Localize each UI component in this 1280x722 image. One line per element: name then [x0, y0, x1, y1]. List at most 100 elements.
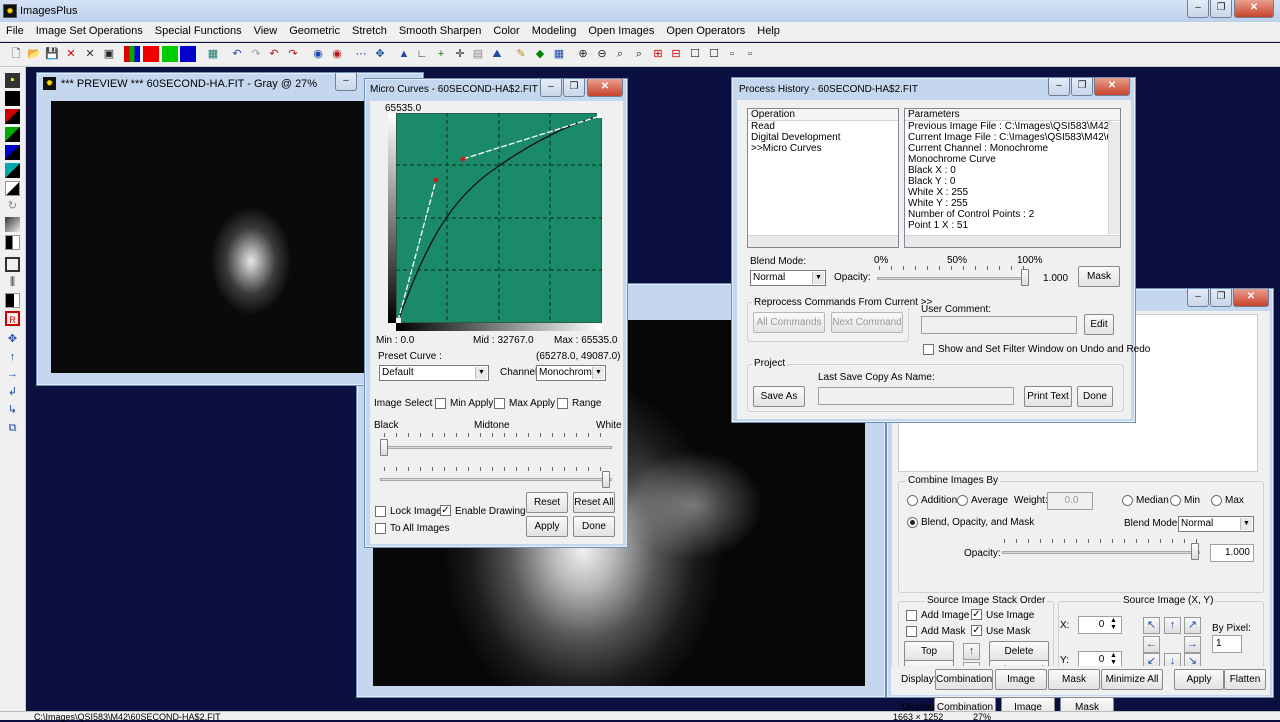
x-spin-icon[interactable]: ▲ ▼ — [1110, 617, 1117, 631]
menu-help[interactable]: Help — [751, 22, 786, 40]
dotted-line-icon[interactable]: ⋯ — [353, 46, 369, 62]
max-radio[interactable] — [1211, 495, 1222, 506]
paint-icon[interactable]: ◆ — [532, 46, 548, 62]
to-all-images-checkbox[interactable] — [375, 523, 386, 534]
pan-icon[interactable]: ✥ — [5, 332, 20, 347]
star-select-icon[interactable]: ◉ — [329, 46, 345, 62]
range-checkbox[interactable] — [557, 398, 568, 409]
copy-icon[interactable]: ⧉ — [5, 421, 20, 436]
triangle-select-icon[interactable]: ▲ — [396, 46, 412, 62]
history-minimize-button[interactable]: ‒ — [1048, 78, 1070, 96]
combine-minimize-button[interactable]: ‒ — [1187, 289, 1209, 307]
menu-view[interactable]: View — [248, 22, 284, 40]
menu-open-operators[interactable]: Open Operators — [660, 22, 751, 40]
operation-item[interactable]: Digital Development — [748, 132, 898, 143]
y-spin-icon[interactable]: ▲ ▼ — [1110, 652, 1117, 666]
app-minimize-button[interactable]: ‒ — [1187, 0, 1209, 18]
combine-maximize-button[interactable]: ❐ — [1210, 289, 1232, 307]
add-box-icon[interactable]: ⊞ — [650, 46, 666, 62]
history-close-button[interactable]: ✕ — [1094, 78, 1130, 96]
zoom-fit-icon[interactable]: ⌕ — [612, 46, 628, 62]
history-opacity-thumb[interactable] — [1021, 269, 1029, 286]
save-icon[interactable]: 💾 — [44, 46, 60, 62]
move-up-icon[interactable]: ↑ — [963, 643, 980, 660]
nudge-left-icon[interactable]: ← — [1143, 636, 1160, 653]
nudge-up-left-icon[interactable]: ↖ — [1143, 617, 1160, 634]
corner-select-icon[interactable]: ∟ — [414, 46, 430, 62]
region-icon[interactable]: ▦ — [551, 46, 567, 62]
save-as-button[interactable]: Save As — [753, 386, 805, 407]
rgb-channels-icon[interactable] — [124, 46, 140, 62]
close-image-icon[interactable]: ✕ — [63, 46, 79, 62]
operation-list[interactable]: Operation Read Digital Development >>Mic… — [747, 108, 899, 248]
curves-apply-button[interactable]: Apply — [526, 516, 568, 537]
menu-stretch[interactable]: Stretch — [346, 22, 393, 40]
mask-display-button[interactable]: Mask — [1048, 669, 1100, 690]
history-mask-button[interactable]: Mask — [1078, 266, 1120, 287]
use-mask-checkbox[interactable]: ✓ — [971, 625, 982, 636]
level-slider-track-1[interactable] — [380, 446, 612, 449]
menu-color[interactable]: Color — [487, 22, 525, 40]
curves-done-button[interactable]: Done — [573, 516, 615, 537]
parameters-vscroll[interactable] — [1108, 122, 1120, 234]
top-button[interactable]: Top — [904, 641, 954, 662]
by-pixel-input[interactable]: 1 — [1212, 635, 1242, 653]
arrow-right-icon[interactable]: → — [5, 367, 20, 382]
history-done-button[interactable]: Done — [1077, 386, 1113, 407]
add-point-icon[interactable]: + — [433, 46, 449, 62]
operation-item[interactable]: >>Micro Curves — [748, 143, 898, 154]
print-text-button[interactable]: Print Text — [1024, 386, 1072, 407]
menu-smooth-sharpen[interactable]: Smooth Sharpen — [393, 22, 488, 40]
minus-box-icon[interactable]: ⊟ — [668, 46, 684, 62]
pencil-icon[interactable]: ✎ — [513, 46, 529, 62]
nudge-right-icon[interactable]: → — [1184, 636, 1201, 653]
move-icon[interactable]: ✥ — [372, 46, 388, 62]
add-image-checkbox[interactable] — [906, 610, 917, 621]
all-commands-button[interactable]: All Commands — [753, 312, 825, 333]
rotate-icon[interactable]: ↻ — [5, 199, 20, 214]
lock-image-checkbox[interactable] — [375, 506, 386, 517]
star-mask-icon[interactable]: ◉ — [310, 46, 326, 62]
menu-special-functions[interactable]: Special Functions — [149, 22, 248, 40]
history-opacity-track[interactable] — [877, 277, 1027, 280]
median-radio[interactable] — [1122, 495, 1133, 506]
edit-button[interactable]: Edit — [1084, 314, 1114, 335]
user-comment-input[interactable] — [921, 316, 1077, 334]
mono-icon[interactable] — [5, 181, 20, 196]
red-frame-icon[interactable]: R — [5, 311, 20, 326]
crosshair-icon[interactable]: ✛ — [452, 46, 468, 62]
nudge-up-icon[interactable]: ↑ — [1164, 617, 1181, 634]
channel-select[interactable]: Monochrome ▼ — [536, 365, 606, 381]
levels-icon[interactable]: ⫼ — [5, 275, 20, 290]
app-close-button[interactable]: ✕ — [1234, 0, 1274, 18]
landscape-icon[interactable]: ⛰ — [489, 46, 505, 62]
red-black-icon[interactable] — [5, 109, 20, 124]
combine-blend-mode-select[interactable]: Normal ▼ — [1178, 516, 1254, 532]
table-icon[interactable]: ▤ — [470, 46, 486, 62]
arrow-up-icon[interactable]: ↑ — [5, 350, 20, 365]
minimize-all-display-button[interactable]: Minimize All — [1101, 669, 1163, 690]
zoom-actual-icon[interactable]: ⌕ — [631, 46, 647, 62]
next-command-button[interactable]: Next Command — [831, 312, 903, 333]
black-level-icon[interactable] — [5, 293, 20, 308]
menu-open-images[interactable]: Open Images — [582, 22, 660, 40]
redo-icon[interactable]: ↷ — [248, 46, 264, 62]
parameters-list[interactable]: Parameters Previous Image File : C:\Imag… — [904, 108, 1121, 248]
arrow-left-down-icon[interactable]: ↲ — [5, 385, 20, 400]
preview-image[interactable] — [51, 101, 411, 373]
curves-graph[interactable] — [396, 113, 602, 323]
nudge-up-right-icon[interactable]: ↗ — [1184, 617, 1201, 634]
blend-opacity-mask-radio[interactable] — [907, 517, 918, 528]
history-blend-mode-select[interactable]: Normal ▼ — [750, 270, 826, 286]
half-black-icon[interactable] — [5, 235, 20, 250]
last-save-input[interactable] — [818, 387, 1014, 405]
combine-opacity-track[interactable] — [1002, 551, 1200, 554]
add-mask-checkbox[interactable] — [906, 626, 917, 637]
preset-curve-select[interactable]: Default ▼ — [379, 365, 489, 381]
level-slider-track-2[interactable] — [380, 478, 612, 481]
new-file-icon[interactable]: 🗋 — [8, 46, 24, 62]
level-slider-thumb-1[interactable] — [380, 439, 388, 456]
reset-all-button[interactable]: Reset All — [573, 492, 615, 513]
min-radio[interactable] — [1170, 495, 1181, 506]
flatten-button[interactable]: Flatten — [1224, 669, 1266, 690]
